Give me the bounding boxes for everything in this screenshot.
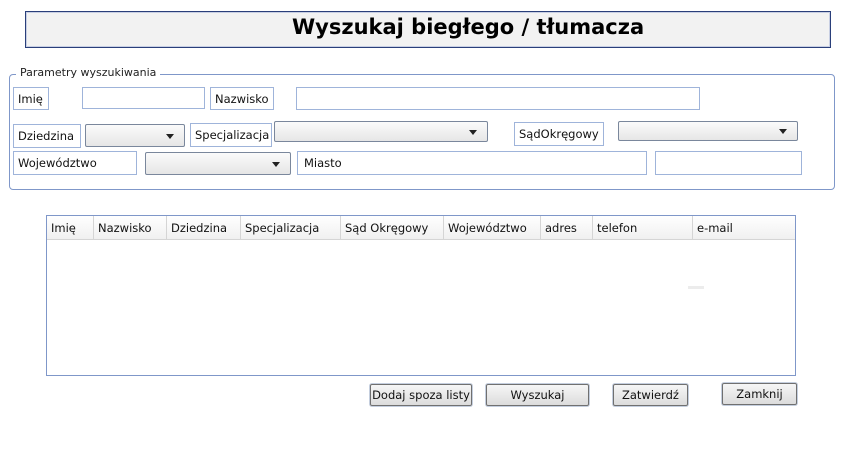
wojewodztwo-combo[interactable] [145,152,291,175]
grid-artifact [688,286,704,289]
dziedzina-combo[interactable] [85,124,185,147]
chevron-down-icon [166,133,174,139]
column-header-dziedzina[interactable]: Dziedzina [167,216,241,240]
imie-label: Imię [13,87,49,110]
sad-okregowy-combo[interactable] [618,121,798,141]
column-header-adres[interactable]: adres [541,216,593,240]
column-header-specjalizacja[interactable]: Specjalizacja [241,216,341,240]
nazwisko-input[interactable] [296,87,700,110]
search-button[interactable]: Wyszukaj [486,384,589,406]
column-header-imie[interactable]: Imię [47,216,94,240]
column-header-email[interactable]: e-mail [693,216,795,240]
column-header-wojewodztwo[interactable]: Województwo [444,216,541,240]
miasto-input[interactable]: Miasto [297,151,647,175]
nazwisko-label: Nazwisko [210,87,274,110]
column-header-telefon[interactable]: telefon [593,216,693,240]
wojewodztwo-label: Województwo [13,151,137,175]
sad-okregowy-label: SądOkręgowy [514,122,604,146]
extra-input[interactable] [655,151,802,175]
confirm-button[interactable]: Zatwierdź [613,384,688,406]
search-params-legend: Parametry wyszukiwania [16,66,161,79]
close-button[interactable]: Zamknij [722,383,797,405]
column-header-nazwisko[interactable]: Nazwisko [94,216,167,240]
specjalizacja-combo[interactable] [274,121,488,142]
chevron-down-icon [469,129,477,135]
add-outside-list-button[interactable]: Dodaj spoza listy [370,384,472,406]
dziedzina-label: Dziedzina [13,124,81,148]
chevron-down-icon [272,161,280,167]
column-header-sad-okregowy[interactable]: Sąd Okręgowy [341,216,444,240]
results-table-header: Imię Nazwisko Dziedzina Specjalizacja Są… [47,216,795,240]
chevron-down-icon [779,129,787,134]
page-title: Wyszukaj biegłego / tłumacza [292,15,645,39]
specjalizacja-label: Specjalizacja [190,123,272,147]
imie-input[interactable] [82,87,205,109]
